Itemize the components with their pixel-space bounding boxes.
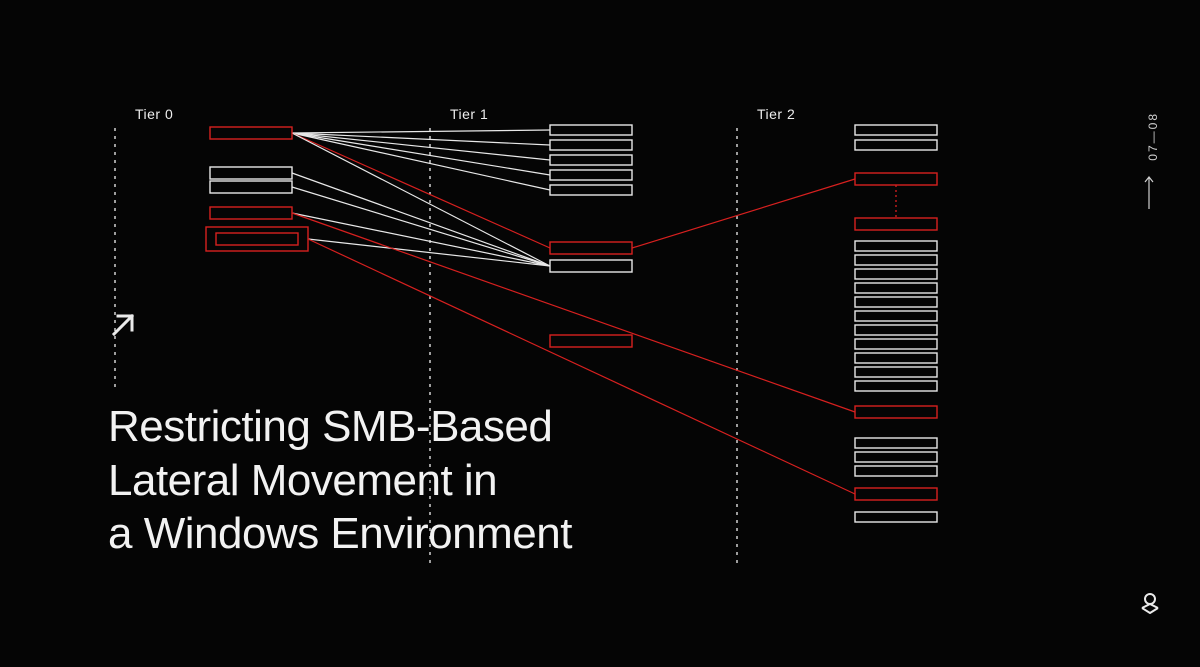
diagram-stage: Tier 0 Tier 1 Tier 2 Restricting SMB-Bas… [0,0,1200,667]
node-box [855,512,937,522]
page-indicator: 07—08 [1146,112,1160,161]
node-box [855,488,937,500]
title-line-3: a Windows Environment [108,509,572,558]
node-box [216,233,298,245]
node-box [550,185,632,195]
node-box [855,466,937,476]
node-box [855,218,937,230]
node-box [855,297,937,307]
tier-label-2: Tier 2 [757,106,795,122]
tier-label-0: Tier 0 [135,106,173,122]
edge [292,133,550,160]
node-box [210,127,292,139]
node-box [550,125,632,135]
node-box [855,140,937,150]
tier-label-1: Tier 1 [450,106,488,122]
node-box [855,125,937,135]
edge [292,130,550,133]
edge [292,133,550,266]
article-title: Restricting SMB-Based Lateral Movement i… [108,400,572,561]
title-line-1: Restricting SMB-Based [108,402,552,451]
node-box [855,269,937,279]
edge [292,173,550,266]
node-box [855,173,937,185]
node-box [855,241,937,251]
tier-diagram [0,0,1200,667]
node-box [550,242,632,254]
node-box [855,452,937,462]
edge [308,239,550,266]
edge [292,133,550,175]
edge [292,133,550,190]
edge [632,179,855,248]
node-box [210,167,292,179]
edge [292,187,550,266]
node-box [855,339,937,349]
node-box [210,207,292,219]
node-box [855,325,937,335]
arrow-up-icon [1144,175,1154,209]
brand-logo-icon [1140,591,1160,615]
node-box [855,353,937,363]
node-box [550,155,632,165]
node-box [855,438,937,448]
node-box [855,255,937,265]
node-box [855,381,937,391]
node-box [855,283,937,293]
node-box [550,335,632,347]
node-box [550,260,632,272]
node-box [550,170,632,180]
edge [292,133,550,145]
edge [292,213,550,266]
node-box [855,406,937,418]
title-line-2: Lateral Movement in [108,456,497,505]
edge [292,213,855,412]
node-box [206,227,308,251]
arrow-up-right-icon [108,310,138,340]
node-box [210,181,292,193]
node-box [855,367,937,377]
edge [292,133,550,248]
node-box [855,311,937,321]
node-box [550,140,632,150]
